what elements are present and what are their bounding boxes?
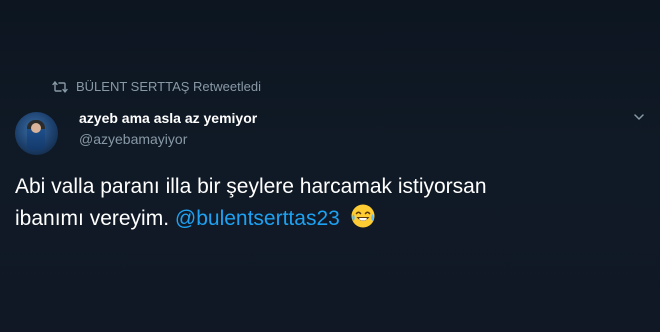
tweet-text-line-1: Abi valla paranı illa bir şeylere harcam… — [15, 175, 487, 198]
chevron-down-icon[interactable] — [632, 110, 646, 124]
avatar[interactable] — [15, 112, 58, 155]
background-text — [0, 44, 160, 68]
tweet-text: Abi valla paranı illa bir şeylere harcam… — [15, 171, 615, 235]
tweet-text-line-2: ibanımı vereyim. @bulentserttas23 — [15, 203, 615, 235]
mention-link[interactable]: @bulentserttas23 — [175, 207, 340, 230]
avatar-face — [31, 123, 41, 133]
retweet-icon — [52, 80, 68, 93]
tweet-view: BÜLENT SERTTAŞ Retweetledi azyeb ama asl… — [0, 0, 660, 332]
retweet-indicator: BÜLENT SERTTAŞ Retweetledi — [52, 79, 261, 94]
retweeter-link[interactable]: BÜLENT SERTTAŞ Retweetledi — [76, 79, 261, 94]
tweet-text-line-2-body: ibanımı vereyim. — [15, 207, 170, 230]
author-info[interactable]: azyeb ama asla az yemiyor @azyebamayiyor — [79, 109, 257, 149]
user-handle[interactable]: @azyebamayiyor — [79, 129, 257, 149]
face-with-tears-of-joy-icon — [350, 203, 376, 229]
display-name[interactable]: azyeb ama asla az yemiyor — [79, 109, 257, 127]
